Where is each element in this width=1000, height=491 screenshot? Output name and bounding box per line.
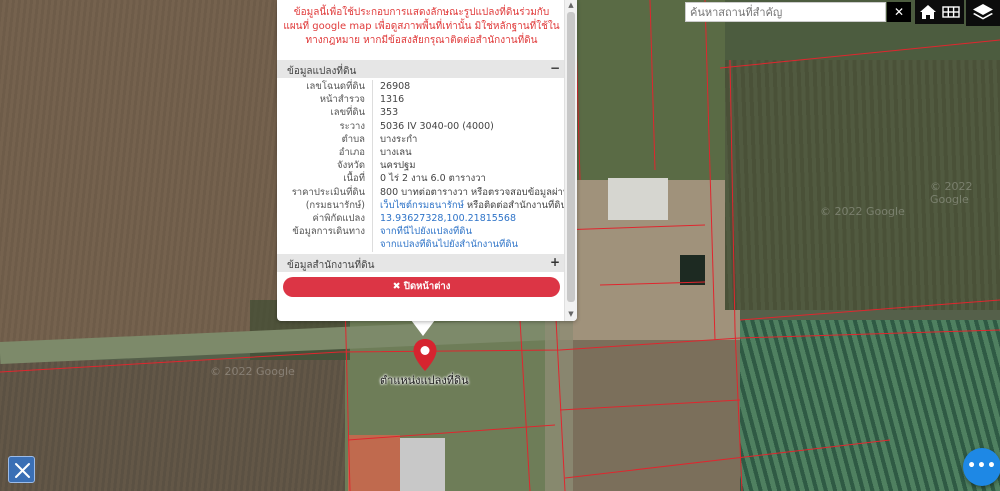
info-value: 26908: [380, 81, 411, 92]
layers-button[interactable]: [966, 0, 1000, 26]
grid-toggle-button[interactable]: [938, 0, 964, 24]
info-suffix: หรือติดต่อสำนักงานที่ดิน: [463, 199, 565, 211]
info-row-map-sheet: ระวาง 5036 IV 3040-00 (4000): [277, 120, 564, 133]
info-label: เลขที่ดิน: [330, 107, 366, 119]
popup-scrollbar[interactable]: ▲ ▼: [564, 0, 577, 321]
treasury-website-link[interactable]: เว็บไซต์กรมธนารักษ์: [380, 200, 464, 211]
info-value: 800 บาทต่อตารางวา หรือตรวจสอบข้อมูลผ่านท…: [380, 186, 565, 198]
info-value: นครปฐม: [380, 160, 416, 172]
info-label: ตำบล: [341, 133, 365, 145]
section-land-office[interactable]: ข้อมูลสำนักงานที่ดิน +: [277, 254, 564, 272]
directions-to-office-link[interactable]: จากแปลงที่ดินไปยังสำนักงานที่ดิน: [380, 238, 565, 251]
info-row-subdistrict: ตำบล บางระกำ: [277, 133, 564, 146]
info-label: อำเภอ: [338, 146, 365, 158]
clear-search-button[interactable]: ✕: [887, 2, 911, 22]
info-row-appraisal: ราคาประเมินที่ดิน 800 บาทต่อตารางวา หรือ…: [277, 186, 565, 199]
info-row-directions-office: จากแปลงที่ดินไปยังสำนักงานที่ดิน: [277, 238, 564, 251]
info-label: ราคาประเมินที่ดิน: [291, 186, 365, 198]
info-value: 353: [380, 107, 399, 119]
info-label: ระวาง: [339, 120, 365, 132]
close-window-button[interactable]: ✖ ปิดหน้าต่าง: [283, 277, 560, 297]
info-row-treasury: (กรมธนารักษ์) เว็บไซต์กรมธนารักษ์ หรือติ…: [277, 199, 565, 212]
info-value: บางระกำ: [380, 133, 418, 145]
info-value: 5036 IV 3040-00 (4000): [380, 120, 494, 132]
grid-icon: [942, 6, 960, 18]
coordinates-link[interactable]: 13.93627328,100.21815568: [380, 212, 565, 225]
directions-to-parcel-link[interactable]: จากที่นี่ไปยังแปลงที่ดิน: [380, 225, 565, 238]
disclaimer-text: ข้อมูลนี้เพื่อใช้ประกอบการแสดงลักษณะรูปแ…: [283, 7, 560, 46]
more-options-button[interactable]: •••: [963, 448, 1000, 486]
info-row-deed-number: เลขโฉนดที่ดิน 26908: [277, 80, 564, 93]
info-value: 1316: [380, 94, 405, 106]
expand-icon[interactable]: +: [550, 255, 560, 269]
collapse-icon[interactable]: −: [550, 61, 560, 75]
layers-icon: [973, 4, 993, 20]
info-label: ค่าพิกัดแปลง: [312, 212, 366, 224]
popup-tail: [411, 320, 435, 336]
section-title: ข้อมูลแปลงที่ดิน: [287, 66, 357, 77]
section-parcel-info[interactable]: ข้อมูลแปลงที่ดิน −: [277, 60, 564, 78]
info-row-province: จังหวัด นครปฐม: [277, 159, 564, 172]
marker-label: ตำแหน่งแปลงที่ดิน: [380, 374, 469, 387]
info-value: 0 ไร่ 2 งาน 6.0 ตารางวา: [380, 173, 486, 185]
scroll-down-icon[interactable]: ▼: [565, 309, 577, 319]
info-label: ข้อมูลการเดินทาง: [292, 226, 365, 238]
info-label: (กรมธนารักษ์): [305, 199, 365, 211]
measure-tool-button[interactable]: [8, 456, 35, 483]
scroll-thumb[interactable]: [567, 12, 575, 302]
info-label: เนื้อที่: [343, 173, 365, 185]
location-pin-icon[interactable]: [412, 338, 438, 372]
info-row-coordinates: ค่าพิกัดแปลง 13.93627328,100.21815568: [277, 212, 564, 225]
info-row-directions: ข้อมูลการเดินทาง จากที่นี่ไปยังแปลงที่ดิ…: [277, 225, 564, 238]
info-label: จังหวัด: [337, 160, 365, 172]
info-row-district: อำเภอ บางเลน: [277, 146, 564, 159]
tools-icon: [15, 463, 30, 478]
info-row-land-number: เลขที่ดิน 353: [277, 106, 564, 119]
info-row-survey-page: หน้าสำรวจ 1316: [277, 93, 564, 106]
parcel-info-popup: ข้อมูลนี้เพื่อใช้ประกอบการแสดงลักษณะรูปแ…: [277, 0, 577, 321]
search-input[interactable]: [685, 2, 886, 22]
info-label: เลขโฉนดที่ดิน: [306, 81, 365, 92]
info-row-area: เนื้อที่ 0 ไร่ 2 งาน 6.0 ตารางวา: [277, 172, 564, 185]
info-label: หน้าสำรวจ: [319, 94, 365, 106]
section-title: ข้อมูลสำนักงานที่ดิน: [287, 260, 375, 271]
info-value: เว็บไซต์กรมธนารักษ์ หรือติดต่อสำนักงานที…: [380, 199, 565, 212]
parcel-info-table: เลขโฉนดที่ดิน 26908 หน้าสำรวจ 1316 เลขที…: [277, 80, 565, 251]
scroll-up-icon[interactable]: ▲: [565, 0, 577, 10]
info-value: บางเลน: [380, 146, 412, 158]
